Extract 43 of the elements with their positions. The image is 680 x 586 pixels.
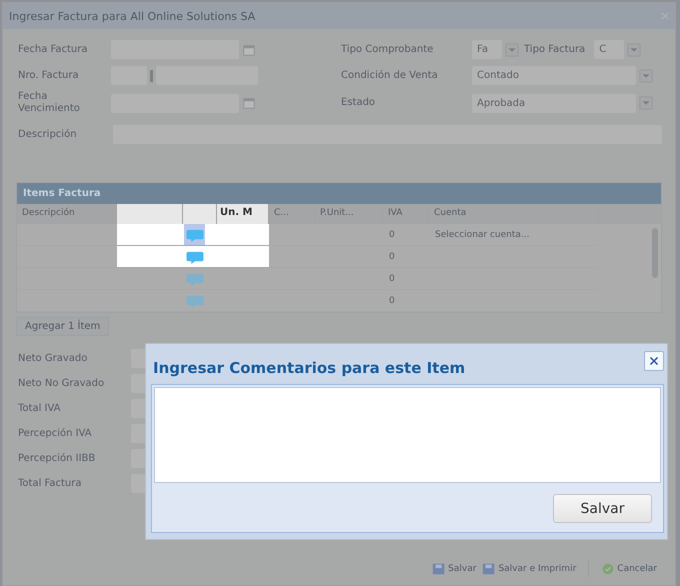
field-label: Total IVA bbox=[17, 402, 62, 414]
field-label: Estado bbox=[340, 97, 376, 109]
window-title: Ingresar Factura para All Online Solutions SA bbox=[9, 10, 256, 22]
column-header[interactable] bbox=[599, 204, 661, 224]
field-label: Neto Gravado bbox=[17, 352, 88, 364]
dropdown-field[interactable]: C bbox=[594, 40, 624, 59]
dropdown-field[interactable]: Contado bbox=[472, 66, 636, 85]
field-label: Condición de Venta bbox=[340, 70, 439, 82]
field-label: Fecha Factura bbox=[17, 44, 88, 56]
column-header[interactable]: Un. M bbox=[217, 204, 269, 224]
dropdown-icon[interactable] bbox=[639, 95, 653, 111]
dropdown-icon[interactable] bbox=[505, 42, 519, 58]
separator-mark bbox=[150, 70, 153, 82]
dialog-title: Ingresar Comentarios para este Item bbox=[152, 359, 466, 377]
dropdown-icon[interactable] bbox=[639, 68, 653, 84]
column-header[interactable]: IVA bbox=[383, 204, 429, 224]
field-label: Tipo Factura bbox=[524, 44, 586, 55]
footer-button[interactable]: Salvar bbox=[432, 562, 476, 576]
field-label: Total Factura bbox=[17, 478, 82, 488]
column-header[interactable]: Descripción bbox=[17, 204, 183, 224]
dropdown-field[interactable]: Aprobada bbox=[472, 94, 636, 112]
dropdown-icon[interactable] bbox=[627, 42, 642, 58]
footer-button[interactable]: Cancelar bbox=[601, 562, 657, 576]
dropdown-field[interactable]: Fa bbox=[472, 40, 502, 59]
field-label: Percepción IVA bbox=[17, 428, 93, 438]
column-header[interactable]: C... bbox=[269, 204, 315, 224]
field-label: Tipo Comprobante bbox=[340, 44, 434, 56]
scrollbar-thumb[interactable] bbox=[652, 228, 658, 278]
field-label: Nro. Factura bbox=[17, 70, 80, 82]
column-header[interactable]: P.Unit... bbox=[315, 204, 383, 224]
footer-button[interactable]: Salvar e Imprimir bbox=[482, 562, 576, 576]
add-item-button[interactable]: Agregar 1 Ítem bbox=[16, 317, 110, 336]
comment-field[interactable] bbox=[154, 387, 661, 483]
field-label: Neto No Gravado bbox=[17, 378, 106, 388]
field-label: Descripción bbox=[17, 128, 78, 140]
column-header[interactable] bbox=[183, 204, 217, 224]
column-header[interactable]: Cuenta bbox=[429, 204, 599, 224]
check-circle-icon bbox=[601, 562, 616, 576]
calendar-icon[interactable] bbox=[242, 95, 256, 111]
field-label: Fecha Vencimiento bbox=[17, 91, 81, 115]
panel-header: Items Factura bbox=[17, 183, 661, 204]
save-button[interactable]: Salvar bbox=[553, 494, 652, 523]
field-label: Percepción IIBB bbox=[17, 452, 96, 464]
